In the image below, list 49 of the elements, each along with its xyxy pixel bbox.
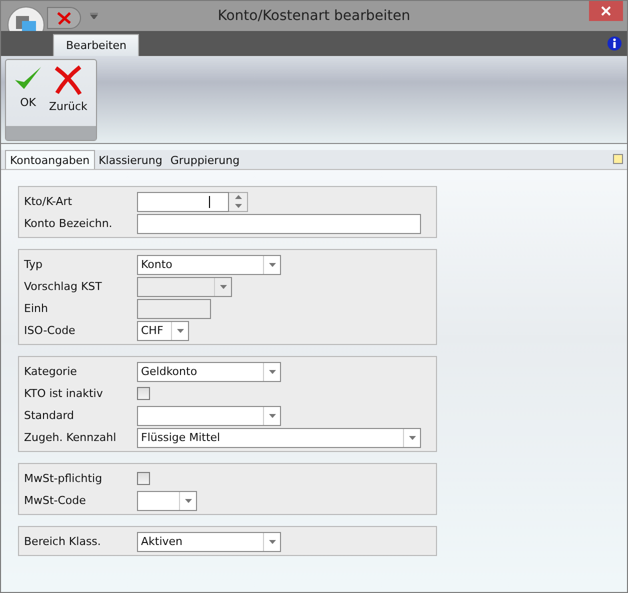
close-button[interactable] xyxy=(589,1,623,21)
field-label: Kategorie xyxy=(24,365,78,378)
down-arrow-icon xyxy=(234,204,242,208)
field-label: Typ xyxy=(24,258,44,271)
cross-icon xyxy=(56,11,72,25)
down-arrow-icon xyxy=(220,284,226,288)
tab[interactable]: Kontoangaben xyxy=(5,150,95,169)
tab[interactable]: Gruppierung xyxy=(166,152,244,169)
text-field[interactable] xyxy=(137,214,421,234)
down-arrow-icon xyxy=(268,540,276,544)
field-label: KTO ist inaktiv xyxy=(24,387,104,400)
dropdown-field[interactable]: Flüssige Mittel xyxy=(137,428,421,448)
checkbox[interactable] xyxy=(137,472,150,485)
field-label: Konto Bezeichn. xyxy=(24,217,114,230)
ok-button[interactable]: OK xyxy=(12,62,44,124)
down-arrow-icon xyxy=(268,262,276,266)
dropdown-field[interactable]: Konto xyxy=(137,254,281,274)
field-label: MwSt-pflichtig xyxy=(24,472,104,485)
down-arrow-icon xyxy=(408,436,416,440)
tab[interactable]: Klassierung xyxy=(94,152,166,169)
dropdown-field[interactable]: CHF xyxy=(137,320,189,340)
field-label: Zugeh. Kennzahl xyxy=(24,431,118,444)
down-arrow-icon xyxy=(176,328,184,332)
up-arrow-icon xyxy=(234,195,242,199)
cross-icon xyxy=(52,64,84,96)
field-label: Standard xyxy=(24,409,76,422)
info-icon[interactable] xyxy=(607,36,622,51)
dropdown-icon[interactable] xyxy=(90,13,98,19)
number-field[interactable] xyxy=(137,192,229,212)
checkbox[interactable] xyxy=(137,387,150,400)
field-label: Bereich Klass. xyxy=(24,535,102,548)
dropdown-field[interactable]: Aktiven xyxy=(137,532,281,552)
down-arrow-icon xyxy=(268,370,276,374)
down-arrow-icon xyxy=(268,414,276,418)
down-arrow-icon xyxy=(184,498,192,502)
close-icon xyxy=(601,6,611,16)
field-label: MwSt-Code xyxy=(24,494,87,507)
back-button[interactable]: Zurück xyxy=(48,62,88,124)
field-label: Vorschlag KST xyxy=(24,280,103,293)
window-title: Konto/Kostenart bearbeiten xyxy=(218,8,410,24)
spin-buttons[interactable] xyxy=(229,192,248,212)
dropdown-field[interactable] xyxy=(137,490,197,510)
ribbon-tab[interactable]: Bearbeiten xyxy=(53,34,140,56)
dropdown-field[interactable]: Geldkonto xyxy=(137,362,281,382)
field-label: Einh xyxy=(24,302,49,315)
dropdown-field[interactable] xyxy=(137,406,281,426)
pin-icon[interactable] xyxy=(613,154,623,164)
field-label: ISO-Code xyxy=(24,324,76,337)
field-label: Kto/K-Art xyxy=(24,195,74,208)
